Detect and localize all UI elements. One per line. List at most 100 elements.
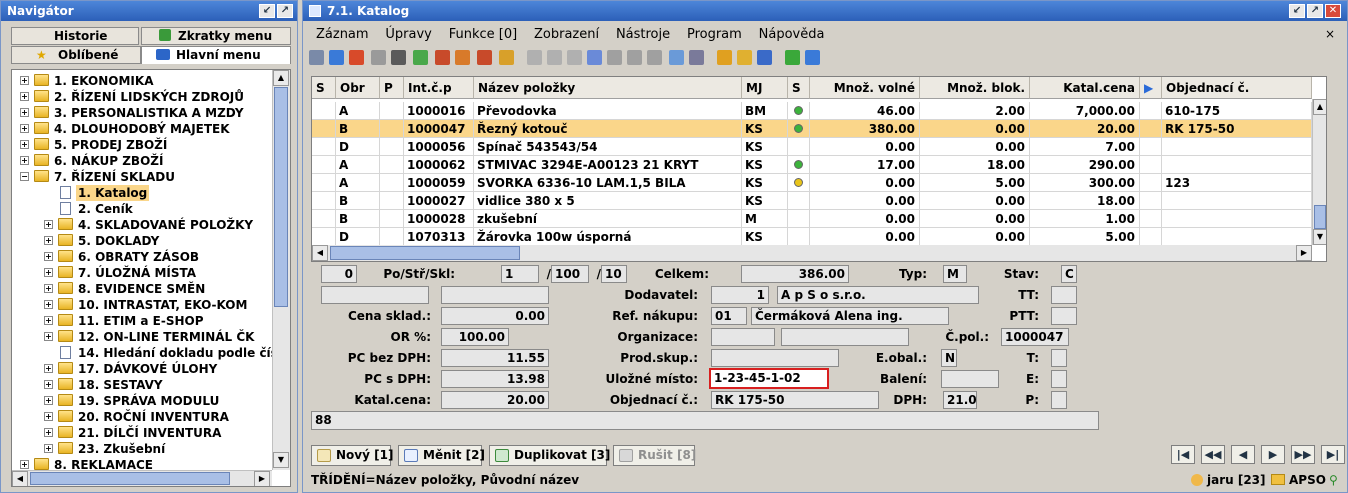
toolbar-icon[interactable] bbox=[455, 50, 470, 65]
tree-vscrollbar[interactable]: ▲ ▼ bbox=[272, 70, 290, 470]
ulozne-misto-field[interactable]: 1-23-45-1-02 bbox=[709, 368, 829, 389]
expand-icon[interactable]: + bbox=[20, 92, 29, 101]
restore-icon[interactable]: ↙ bbox=[259, 4, 275, 18]
t-field[interactable] bbox=[1051, 349, 1067, 367]
toolbar-icon[interactable] bbox=[689, 50, 704, 65]
e-field[interactable] bbox=[1051, 370, 1067, 388]
column-header[interactable]: MJ bbox=[742, 77, 788, 99]
grid-hscroll-thumb[interactable] bbox=[330, 246, 520, 260]
toolbar-icon[interactable] bbox=[371, 50, 386, 65]
expand-icon[interactable]: + bbox=[20, 108, 29, 117]
expand-icon[interactable]: + bbox=[44, 236, 53, 245]
menu-funkce[interactable]: Funkce [0] bbox=[449, 24, 517, 46]
note-field[interactable]: 88 bbox=[311, 411, 1099, 430]
expand-icon[interactable]: + bbox=[44, 380, 53, 389]
scroll-left-icon[interactable]: ◀ bbox=[12, 471, 28, 486]
expand-icon[interactable]: + bbox=[20, 156, 29, 165]
tab-historie[interactable]: Historie bbox=[11, 27, 139, 45]
column-header[interactable]: S bbox=[312, 77, 336, 99]
tree-item[interactable]: +5. DOKLADY bbox=[12, 233, 270, 249]
typ-field[interactable]: M bbox=[943, 265, 967, 283]
column-chooser-icon[interactable]: ▶ bbox=[1140, 77, 1162, 99]
tree-item[interactable]: +21. DÍLČÍ INVENTURA bbox=[12, 425, 270, 441]
toolbar-icon[interactable] bbox=[587, 50, 602, 65]
minimize-icon[interactable]: ↙ bbox=[1289, 4, 1305, 18]
grid-vscrollbar[interactable]: ▲ ▼ bbox=[1312, 99, 1326, 245]
column-header[interactable]: Objednací č. bbox=[1162, 77, 1312, 99]
grid-scroll-left-icon[interactable]: ◀ bbox=[312, 245, 328, 261]
grid-scroll-down-icon[interactable]: ▼ bbox=[1313, 229, 1326, 245]
column-header[interactable]: Int.č.p bbox=[404, 77, 474, 99]
column-header[interactable]: Množ. volné bbox=[810, 77, 920, 99]
tree-item[interactable]: +18. SESTAVY bbox=[12, 377, 270, 393]
toolbar-icon[interactable] bbox=[435, 50, 450, 65]
tree-item[interactable]: +11. ETIM a E-SHOP bbox=[12, 313, 270, 329]
toolbar-icon[interactable] bbox=[647, 50, 662, 65]
toolbar-icon[interactable] bbox=[349, 50, 364, 65]
grid-scroll-thumb[interactable] bbox=[1314, 205, 1326, 229]
next-record-button[interactable]: ▶ bbox=[1261, 445, 1285, 464]
table-row[interactable]: A 1000062 STMIVAC 3294E-A00123 21 KRYT KS 17… bbox=[312, 156, 1312, 174]
expand-icon[interactable]: + bbox=[20, 460, 29, 469]
tree-item[interactable]: +6. NÁKUP ZBOŽÍ bbox=[12, 153, 270, 169]
column-header[interactable]: P bbox=[380, 77, 404, 99]
tab-hlavni-menu[interactable]: Hlavní menu bbox=[141, 46, 291, 64]
counter-field[interactable]: 0 bbox=[321, 265, 357, 283]
table-row[interactable]: B 1000028 zkušební M 0.00 0.00 1.00 bbox=[312, 210, 1312, 228]
expand-icon[interactable]: + bbox=[44, 300, 53, 309]
tt-field[interactable] bbox=[1051, 286, 1077, 304]
toolbar-icon[interactable] bbox=[627, 50, 642, 65]
expand-icon[interactable]: + bbox=[44, 364, 53, 373]
toolbar-icon[interactable] bbox=[391, 50, 406, 65]
expand-icon[interactable]: + bbox=[20, 76, 29, 85]
tree-item[interactable]: +12. ON-LINE TERMINÁL ČK bbox=[12, 329, 270, 345]
tree-item[interactable]: +10. INTRASTAT, EKO-KOM bbox=[12, 297, 270, 313]
grid-scroll-right-icon[interactable]: ▶ bbox=[1296, 245, 1312, 261]
tree-item[interactable]: +20. ROČNÍ INVENTURA bbox=[12, 409, 270, 425]
column-header[interactable]: Název položky bbox=[474, 77, 742, 99]
ptt-field[interactable] bbox=[1051, 307, 1077, 325]
or-field[interactable]: 100.00 bbox=[441, 328, 509, 346]
toolbar-icon[interactable] bbox=[737, 50, 752, 65]
edit-button[interactable]: Měnit [2] bbox=[398, 445, 485, 466]
close-icon[interactable]: ✕ bbox=[1325, 4, 1341, 18]
tree-item[interactable]: +19. SPRÁVA MODULU bbox=[12, 393, 270, 409]
table-row[interactable]: A 1000059 SVORKA 6336-10 LAM.1,5 BILA KS 0.0… bbox=[312, 174, 1312, 192]
katal-cena-field[interactable]: 20.00 bbox=[441, 391, 549, 409]
grid-hscrollbar[interactable]: ◀ ▶ bbox=[312, 245, 1312, 261]
toolbar-icon[interactable] bbox=[309, 50, 324, 65]
tree-item[interactable]: +7. ÚLOŽNÁ MÍSTA bbox=[12, 265, 270, 281]
tree-item[interactable]: +3. PERSONALISTIKA A MZDY bbox=[12, 105, 270, 121]
last-record-button[interactable]: ▶| bbox=[1321, 445, 1345, 464]
menu-close-icon[interactable]: × bbox=[1325, 23, 1335, 45]
expand-icon[interactable]: + bbox=[44, 412, 53, 421]
baleni-field[interactable] bbox=[941, 370, 999, 388]
maximize-icon[interactable]: ↗ bbox=[1307, 4, 1323, 18]
menu-napoveda[interactable]: Nápověda bbox=[759, 24, 825, 46]
column-header[interactable]: S bbox=[788, 77, 810, 99]
tree-item[interactable]: +4. SKLADOVANÉ POLOŽKY bbox=[12, 217, 270, 233]
scroll-right-icon[interactable]: ▶ bbox=[254, 471, 270, 486]
pc-s-dph-field[interactable]: 13.98 bbox=[441, 370, 549, 388]
tree-item[interactable]: − 7. ŘÍZENÍ SKLADU bbox=[12, 169, 270, 185]
menu-nastroje[interactable]: Nástroje bbox=[616, 24, 670, 46]
p-field[interactable] bbox=[1051, 391, 1067, 409]
toolbar-icon[interactable] bbox=[567, 50, 582, 65]
table-row[interactable]: D 1000056 Spínač 543543/54 KS 0.00 0.00 7.00 bbox=[312, 138, 1312, 156]
ref-num-field[interactable]: 01 bbox=[711, 307, 747, 325]
expand-icon[interactable]: + bbox=[20, 140, 29, 149]
tree-item[interactable]: +1. EKONOMIKA bbox=[12, 73, 270, 89]
dodavatel-num-field[interactable]: 1 bbox=[711, 286, 769, 304]
eobal-field[interactable]: N bbox=[941, 349, 957, 367]
table-row[interactable]: D 1070313 Žárovka 100w úsporná KS 0.00 0.00 5.… bbox=[312, 228, 1312, 246]
prod-skup-field[interactable] bbox=[711, 349, 839, 367]
scroll-up-icon[interactable]: ▲ bbox=[273, 70, 289, 86]
toolbar-icon[interactable] bbox=[499, 50, 514, 65]
tree-item[interactable]: 14. Hledání dokladu podle čísla bbox=[12, 345, 290, 361]
objednaci-field[interactable]: RK 175-50 bbox=[711, 391, 879, 409]
column-header[interactable]: Množ. blok. bbox=[920, 77, 1030, 99]
expand-icon[interactable]: + bbox=[44, 220, 53, 229]
po-field[interactable]: 1 bbox=[501, 265, 539, 283]
tree-item[interactable]: +23. Zkušební bbox=[12, 441, 270, 457]
menu-zaznam[interactable]: Záznam bbox=[316, 24, 369, 46]
